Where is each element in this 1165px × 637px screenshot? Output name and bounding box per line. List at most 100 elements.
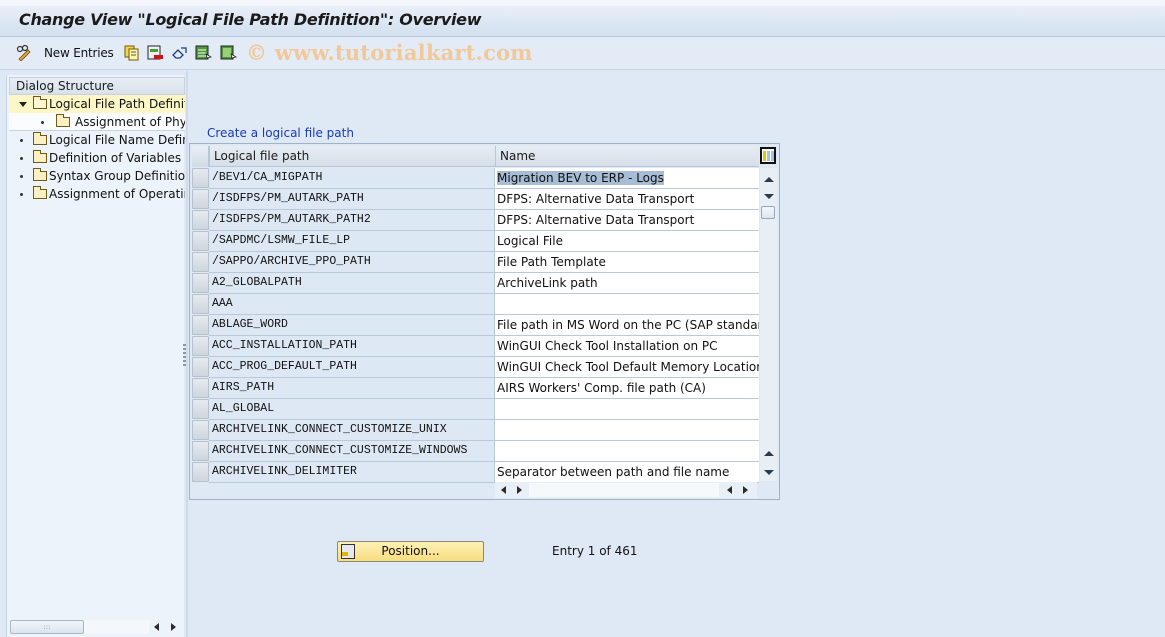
- cell-name[interactable]: [495, 441, 759, 462]
- row-selector[interactable]: [192, 420, 209, 440]
- row-selector[interactable]: [192, 168, 209, 188]
- row-selector[interactable]: [192, 231, 209, 251]
- table-vertical-scrollbar[interactable]: [760, 168, 777, 481]
- cell-logical-file-path[interactable]: ARCHIVELINK_CONNECT_CUSTOMIZE_WINDOWS: [209, 441, 495, 462]
- table-row[interactable]: /ISDFPS/PM_AUTARK_PATH2 DFPS: Alternative…: [192, 210, 759, 231]
- select-block-button[interactable]: [220, 45, 237, 61]
- cell-name[interactable]: [495, 420, 759, 441]
- scroll-down-button[interactable]: [761, 188, 776, 205]
- column-configuration-icon[interactable]: [760, 147, 776, 164]
- cell-logical-file-path[interactable]: AAA: [209, 294, 495, 315]
- table-row[interactable]: ACC_PROG_DEFAULT_PATH WinGUI Check Tool D…: [192, 357, 759, 378]
- highlighted-text: Migration BEV to ERP - Logs: [497, 171, 664, 185]
- table-row[interactable]: AAA: [192, 294, 759, 315]
- tree-item-definition-of-variables[interactable]: Definition of Variables: [9, 149, 185, 167]
- table-row[interactable]: /SAPDMC/LSMW_FILE_LP Logical File: [192, 231, 759, 252]
- cell-logical-file-path[interactable]: ACC_PROG_DEFAULT_PATH: [209, 357, 495, 378]
- cell-name[interactable]: Migration BEV to ERP - Logs: [495, 168, 759, 189]
- cell-logical-file-path[interactable]: AIRS_PATH: [209, 378, 495, 399]
- cell-logical-file-path[interactable]: ARCHIVELINK_CONNECT_CUSTOMIZE_UNIX: [209, 420, 495, 441]
- table-row[interactable]: /SAPPO/ARCHIVE_PPO_PATH File Path Templat…: [192, 252, 759, 273]
- row-selector[interactable]: [192, 189, 209, 209]
- select-all-button[interactable]: [195, 45, 212, 61]
- column-header-logical-file-path[interactable]: Logical file path: [209, 146, 495, 167]
- display-change-button[interactable]: [16, 45, 33, 61]
- scroll-right-icon[interactable]: [171, 623, 176, 631]
- cell-logical-file-path[interactable]: A2_GLOBALPATH: [209, 273, 495, 294]
- cell-name[interactable]: File Path Template: [495, 252, 759, 273]
- tree-item-logical-file-name-definition[interactable]: Logical File Name Definition: [9, 131, 185, 149]
- left-panel-hscroll-thumb[interactable]: :::: [10, 620, 84, 634]
- table-row[interactable]: ARCHIVELINK_CONNECT_CUSTOMIZE_WINDOWS: [192, 441, 759, 462]
- cell-logical-file-path[interactable]: AL_GLOBAL: [209, 399, 495, 420]
- table-row[interactable]: ACC_INSTALLATION_PATH WinGUI Check Tool I…: [192, 336, 759, 357]
- row-selector[interactable]: [192, 441, 209, 461]
- tree-item-assignment-of-operating-system[interactable]: Assignment of Operating System: [9, 185, 185, 203]
- column-header-name[interactable]: Name: [495, 146, 759, 167]
- undo-change-button[interactable]: [171, 45, 188, 61]
- table-horizontal-scrollbar[interactable]: [495, 482, 757, 498]
- cell-name[interactable]: File path in MS Word on the PC (SAP stan…: [495, 315, 759, 336]
- table-row[interactable]: AIRS_PATH AIRS Workers' Comp. file path (…: [192, 378, 759, 399]
- table-row[interactable]: ARCHIVELINK_CONNECT_CUSTOMIZE_UNIX: [192, 420, 759, 441]
- table-row[interactable]: /ISDFPS/PM_AUTARK_PATH DFPS: Alternative …: [192, 189, 759, 210]
- row-selector[interactable]: [192, 315, 209, 335]
- scroll-left-icon[interactable]: [501, 486, 506, 494]
- copy-as-button[interactable]: [124, 45, 140, 61]
- row-selector[interactable]: [192, 399, 209, 419]
- cell-logical-file-path[interactable]: /SAPDMC/LSMW_FILE_LP: [209, 231, 495, 252]
- cell-name[interactable]: Logical File: [495, 231, 759, 252]
- tree-item-logical-file-path-definition[interactable]: Logical File Path Definition: [9, 95, 185, 113]
- cell-name[interactable]: [495, 399, 759, 420]
- tree-item-label: Syntax Group Definition: [49, 169, 185, 183]
- left-panel-hscroll-track[interactable]: [84, 620, 149, 634]
- row-selector[interactable]: [192, 294, 209, 314]
- table-row[interactable]: A2_GLOBALPATH ArchiveLink path: [192, 273, 759, 294]
- new-entries-button[interactable]: New Entries: [44, 45, 114, 61]
- cell-logical-file-path[interactable]: /SAPPO/ARCHIVE_PPO_PATH: [209, 252, 495, 273]
- cell-name[interactable]: Separator between path and file name: [495, 462, 759, 483]
- scroll-left-icon[interactable]: [727, 486, 732, 494]
- delete-button[interactable]: [147, 45, 164, 61]
- bullet-icon: [20, 139, 23, 142]
- cell-logical-file-path[interactable]: ARCHIVELINK_DELIMITER: [209, 462, 495, 483]
- scroll-up-button[interactable]: [761, 171, 776, 188]
- cell-logical-file-path[interactable]: /ISDFPS/PM_AUTARK_PATH2: [209, 210, 495, 231]
- position-button-label: Position...: [381, 544, 440, 558]
- cell-name[interactable]: AIRS Workers' Comp. file path (CA): [495, 378, 759, 399]
- cell-name[interactable]: DFPS: Alternative Data Transport: [495, 210, 759, 231]
- scroll-left-icon[interactable]: [154, 623, 159, 631]
- page-up-button[interactable]: [761, 445, 776, 462]
- cell-logical-file-path[interactable]: /ISDFPS/PM_AUTARK_PATH: [209, 189, 495, 210]
- page-down-button[interactable]: [761, 464, 776, 481]
- cell-name[interactable]: [495, 294, 759, 315]
- splitter-handle[interactable]: [183, 344, 186, 366]
- scroll-thumb[interactable]: [761, 206, 775, 219]
- row-selector[interactable]: [192, 210, 209, 230]
- table-row[interactable]: ABLAGE_WORD File path in MS Word on the P…: [192, 315, 759, 336]
- hscroll-track[interactable]: [529, 483, 719, 497]
- select-all-rows-button[interactable]: [192, 146, 209, 167]
- row-selector[interactable]: [192, 273, 209, 293]
- cell-logical-file-path[interactable]: ACC_INSTALLATION_PATH: [209, 336, 495, 357]
- cell-logical-file-path[interactable]: ABLAGE_WORD: [209, 315, 495, 336]
- expand-triangle-icon[interactable]: [19, 102, 27, 107]
- table-row[interactable]: AL_GLOBAL: [192, 399, 759, 420]
- cell-logical-file-path[interactable]: /BEV1/CA_MIGPATH: [209, 168, 495, 189]
- position-button[interactable]: Position...: [337, 541, 484, 562]
- scroll-right-icon[interactable]: [517, 486, 522, 494]
- tree-item-assignment-of-physical-paths[interactable]: Assignment of Physical Paths: [9, 113, 185, 131]
- tree-item-syntax-group-definition[interactable]: Syntax Group Definition: [9, 167, 185, 185]
- cell-name[interactable]: WinGUI Check Tool Installation on PC: [495, 336, 759, 357]
- row-selector[interactable]: [192, 462, 209, 482]
- row-selector[interactable]: [192, 378, 209, 398]
- table-row[interactable]: /BEV1/CA_MIGPATH Migration BEV to ERP - L…: [192, 168, 759, 189]
- row-selector[interactable]: [192, 252, 209, 272]
- row-selector[interactable]: [192, 336, 209, 356]
- cell-name[interactable]: WinGUI Check Tool Default Memory Locatio…: [495, 357, 759, 378]
- table-row[interactable]: ARCHIVELINK_DELIMITER Separator between p…: [192, 462, 759, 483]
- row-selector[interactable]: [192, 357, 209, 377]
- scroll-right-icon[interactable]: [743, 486, 748, 494]
- cell-name[interactable]: ArchiveLink path: [495, 273, 759, 294]
- cell-name[interactable]: DFPS: Alternative Data Transport: [495, 189, 759, 210]
